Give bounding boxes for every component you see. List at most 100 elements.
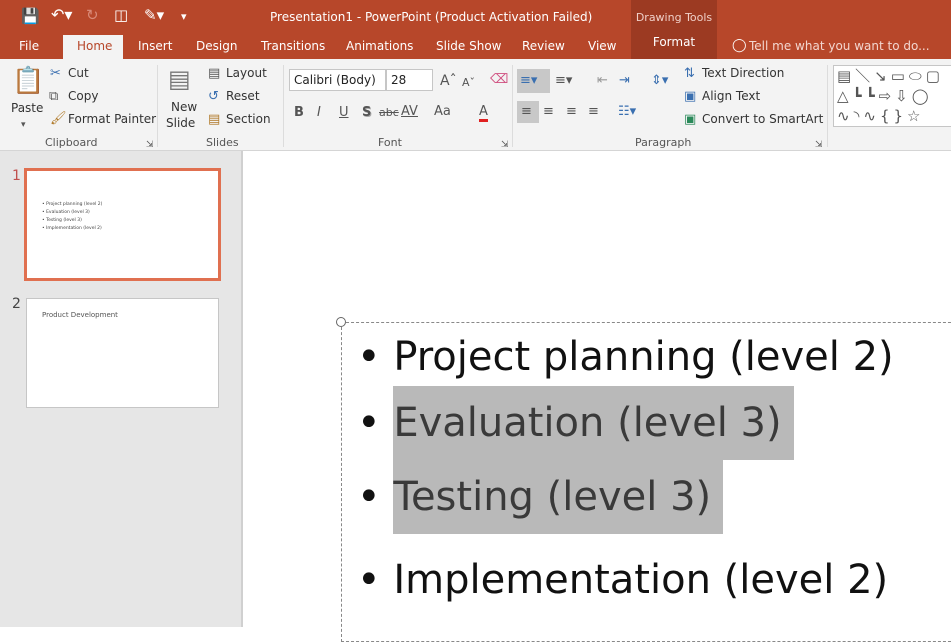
divider [157, 65, 158, 147]
font-color-button[interactable]: A [479, 105, 488, 122]
align-left-button[interactable]: ≡ [517, 101, 539, 123]
thumbnail-number: 1 [12, 168, 21, 184]
divider [827, 65, 828, 147]
tab-design[interactable]: Design [196, 39, 237, 53]
slide-thumbnail-1[interactable]: • Project planning (level 2) • Evaluatio… [24, 168, 221, 281]
thumbnail-line: • Testing (level 3) [42, 218, 82, 223]
align-text-button[interactable]: Align Text [702, 89, 760, 103]
italic-button[interactable]: I [317, 106, 321, 120]
cut-button[interactable]: Cut [68, 66, 89, 80]
line-spacing-icon[interactable]: ⇕▾ [651, 74, 668, 88]
thumbnail-number: 2 [12, 296, 21, 312]
shadow-button[interactable]: S [362, 106, 371, 120]
reset-icon: ↺ [208, 89, 219, 104]
change-case-button[interactable]: Aa [434, 105, 451, 119]
reset-button[interactable]: Reset [226, 89, 260, 103]
bullet-text[interactable]: Implementation (level 2) [393, 557, 888, 603]
bullet-text-selected[interactable]: Testing (level 3) [393, 460, 724, 534]
drawing-tools-group: Drawing Tools Format [631, 0, 717, 59]
thumbnail-line: • Implementation (level 2) [42, 226, 102, 231]
paragraph-group-label: Paragraph [635, 136, 692, 149]
character-spacing-button[interactable]: AV [401, 105, 418, 119]
undo-icon[interactable]: ↶▾ [51, 7, 72, 23]
font-name-select[interactable]: Calibri (Body) [289, 69, 386, 91]
format-painter-icon: 🖌 [50, 111, 67, 126]
bullet-item[interactable]: • Testing (level 3) [357, 460, 724, 534]
tell-me-search[interactable]: Tell me what you want to do... [749, 39, 930, 53]
cut-icon: ✂ [50, 66, 61, 81]
font-name-value: Calibri (Body) [294, 73, 376, 87]
bullet-item[interactable]: • Project planning (level 2) [357, 320, 894, 394]
shapes-gallery[interactable]: ▤＼↘▭⬭▢ △┗┗⇨⇩◯ ∿◝∿{}☆ [833, 65, 951, 127]
tab-home[interactable]: Home [63, 35, 123, 59]
bullet-item[interactable]: • Implementation (level 2) [357, 543, 888, 617]
save-icon[interactable]: 💾 [21, 9, 40, 24]
dialog-launcher-icon[interactable]: ⇲ [501, 138, 509, 152]
section-button[interactable]: Section [226, 112, 271, 126]
text-direction-button[interactable]: Text Direction [702, 66, 784, 80]
tab-insert[interactable]: Insert [138, 39, 172, 53]
align-center-icon[interactable]: ≡ [543, 105, 554, 119]
new-slide-button-line2[interactable]: Slide [166, 116, 195, 130]
format-painter-qat-icon[interactable]: ✎▾ [144, 8, 164, 23]
font-size-select[interactable]: 28 [386, 69, 433, 91]
tab-animations[interactable]: Animations [346, 39, 413, 53]
tab-view[interactable]: View [588, 39, 616, 53]
new-slide-button[interactable]: New [171, 100, 197, 114]
align-right-icon[interactable]: ≡ [566, 105, 577, 119]
decrease-indent-icon[interactable]: ⇤ [597, 74, 608, 88]
shapes-row-1[interactable]: ▤＼↘▭⬭▢ [837, 66, 951, 86]
align-text-icon: ▣ [684, 89, 697, 104]
bold-button[interactable]: B [294, 106, 304, 120]
strikethrough-button[interactable]: abc [379, 106, 399, 120]
shapes-row-3[interactable]: ∿◝∿{}☆ [837, 106, 951, 126]
font-size-value: 28 [391, 73, 407, 87]
resize-handle[interactable] [336, 317, 346, 327]
underline-button[interactable]: U [339, 106, 349, 120]
thumbnail-line: • Project planning (level 2) [42, 202, 103, 207]
bullet-text[interactable]: Project planning (level 2) [393, 334, 893, 380]
ribbon-tabs: File Home Insert Design Transitions Anim… [0, 35, 951, 59]
decrease-font-icon[interactable]: Aˇ [462, 76, 475, 90]
bullet-item[interactable]: • Evaluation (level 3) [357, 386, 794, 460]
slides-group-label: Slides [206, 136, 239, 149]
tab-format[interactable]: Format [631, 35, 717, 49]
bullets-button[interactable]: ≡▾ [517, 69, 550, 93]
dialog-launcher-icon[interactable]: ⇲ [146, 138, 154, 152]
shapes-row-2[interactable]: △┗┗⇨⇩◯ [837, 86, 951, 106]
drawing-tools-label: Drawing Tools [635, 11, 713, 24]
tab-review[interactable]: Review [522, 39, 565, 53]
start-from-beginning-icon[interactable]: ◫ [114, 8, 128, 23]
section-icon: ▤ [208, 112, 221, 127]
thumbnail-title: Product Development [42, 311, 118, 319]
copy-icon: ⧉ [49, 89, 59, 104]
convert-to-smartart-button[interactable]: Convert to SmartArt [702, 112, 823, 126]
smartart-icon: ▣ [684, 112, 697, 127]
bullet-text-selected[interactable]: Evaluation (level 3) [393, 386, 794, 460]
slide-thumbnail-2[interactable]: Product Development [26, 298, 219, 408]
format-painter-button[interactable]: Format Painter [68, 112, 156, 126]
columns-icon[interactable]: ☷▾ [618, 105, 636, 119]
tab-transitions[interactable]: Transitions [261, 39, 325, 53]
increase-font-icon[interactable]: Aˆ [440, 74, 457, 88]
thumbnail-line: • Evaluation (level 3) [42, 210, 90, 215]
layout-icon: ▤ [208, 66, 221, 81]
paste-button[interactable]: Paste [11, 101, 43, 115]
numbering-button[interactable]: ≡▾ [555, 74, 572, 88]
tab-file[interactable]: File [19, 39, 39, 53]
tab-slide-show[interactable]: Slide Show [436, 39, 501, 53]
increase-indent-icon[interactable]: ⇥ [619, 74, 630, 88]
slide-thumbnail-pane: 1 • Project planning (level 2) • Evaluat… [0, 151, 243, 627]
window-title: Presentation1 - PowerPoint (Product Acti… [270, 10, 593, 24]
new-slide-icon[interactable]: ▤ [168, 66, 191, 92]
copy-button[interactable]: Copy [68, 89, 98, 103]
paste-icon[interactable]: 📋 [12, 67, 44, 95]
justify-icon[interactable]: ≡ [588, 105, 599, 119]
clear-formatting-icon[interactable]: ⌫ [490, 73, 508, 87]
layout-button[interactable]: Layout [226, 66, 267, 80]
dialog-launcher-icon[interactable]: ⇲ [815, 138, 823, 152]
customize-qat-icon[interactable]: ▾ [181, 10, 187, 24]
clipboard-group-label: Clipboard [45, 136, 98, 149]
paste-dropdown-icon[interactable]: ▾ [21, 118, 26, 132]
text-direction-icon: ⇅ [684, 66, 695, 81]
